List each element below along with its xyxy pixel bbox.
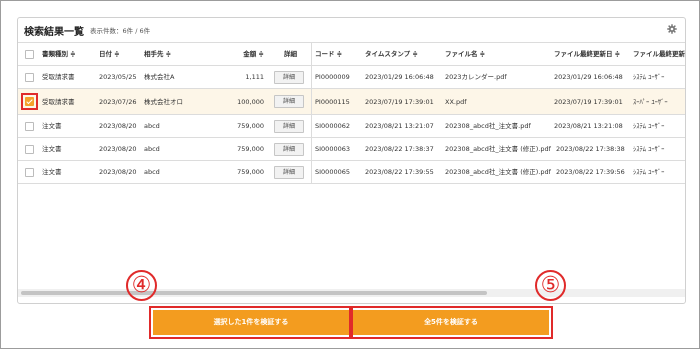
- column-header-partner[interactable]: 相手先 ≑: [144, 43, 194, 65]
- detail-button[interactable]: 詳細: [274, 95, 304, 108]
- column-divider: [311, 138, 312, 160]
- last-modified: 2023/07/19 17:39:01: [554, 98, 623, 106]
- last-modifier: ｼｽﾃﾑ ﾕｰｻﾞｰ: [633, 145, 665, 153]
- table-row[interactable]: 注文書 2023/08/20 abcd 759,000 詳細 SI0000062…: [18, 115, 685, 138]
- amount: 759,000: [237, 122, 264, 130]
- column-header-filename[interactable]: ファイル名 ≑: [445, 43, 515, 65]
- detail-button[interactable]: 詳細: [274, 71, 304, 84]
- last-modified: 2023/01/29 16:06:48: [554, 73, 623, 81]
- row-checkbox[interactable]: [25, 73, 34, 82]
- date: 2023/08/20: [99, 168, 137, 176]
- filename: XX.pdf: [445, 98, 467, 106]
- filename: 202308_abcd社_注文書 (修正).pdf: [445, 168, 551, 176]
- last-modifier: ｼｽﾃﾑ ﾕｰｻﾞｰ: [633, 73, 665, 81]
- search-results-panel: 検索結果一覧 表示件数：6件 / 6件 書類種別 ≑ 日付 ≑ 相手先 ≑ 金額: [17, 17, 686, 304]
- column-header-date[interactable]: 日付 ≑: [99, 43, 139, 65]
- timestamp: 2023/08/21 13:21:07: [365, 122, 434, 130]
- doc-type: 受取請求書: [42, 73, 75, 81]
- verify-all-button[interactable]: 全5件を検証する: [349, 306, 553, 339]
- column-header-amount[interactable]: 金額 ≑: [218, 43, 264, 65]
- step-marker-5: ⑤: [535, 270, 566, 301]
- column-divider: [311, 115, 312, 137]
- column-header-last-modified[interactable]: ファイル最終更新日 ≑: [554, 43, 632, 65]
- last-modifier: ｼｽﾃﾑ ﾕｰｻﾞｰ: [633, 168, 665, 176]
- amount: 759,000: [237, 168, 264, 176]
- timestamp: 2023/08/22 17:38:37: [365, 145, 434, 153]
- partner: 株式会社A: [144, 73, 175, 81]
- panel-header: 検索結果一覧 表示件数：6件 / 6件: [18, 18, 685, 42]
- doc-type: 注文書: [42, 122, 62, 130]
- code: SI0000063: [315, 145, 350, 153]
- doc-type: 注文書: [42, 145, 62, 153]
- last-modifier: ｼｽﾃﾑ ﾕｰｻﾞｰ: [633, 122, 665, 130]
- panel-title: 検索結果一覧: [24, 27, 84, 38]
- table-header-row: 書類種別 ≑ 日付 ≑ 相手先 ≑ 金額 ≑ 詳細 コード ≑ タイムスタンプ …: [18, 43, 685, 66]
- partner: abcd: [144, 168, 160, 176]
- step-marker-4: ④: [126, 270, 157, 301]
- filename: 202308_abcd社_注文書 (修正).pdf: [445, 145, 551, 153]
- results-table: 書類種別 ≑ 日付 ≑ 相手先 ≑ 金額 ≑ 詳細 コード ≑ タイムスタンプ …: [18, 42, 685, 184]
- verify-selected-button[interactable]: 選択した1件を検証する: [149, 306, 353, 339]
- column-divider: [311, 43, 312, 65]
- filename: 2023カレンダー.pdf: [445, 73, 507, 81]
- last-modified: 2023/08/22 17:38:38: [556, 145, 625, 153]
- detail-button[interactable]: 詳細: [274, 120, 304, 133]
- column-header-detail: 詳細: [284, 50, 297, 58]
- table-row[interactable]: 受取請求書 2023/07/26 株式会社オロ 100,000 詳細 PI000…: [18, 89, 685, 115]
- table-row[interactable]: 受取請求書 2023/05/25 株式会社A 1,111 詳細 PI000000…: [18, 66, 685, 89]
- column-divider: [311, 66, 312, 88]
- checkbox-highlight: [21, 93, 38, 110]
- column-divider: [311, 161, 312, 183]
- scrollbar-thumb[interactable]: [21, 291, 487, 295]
- row-checkbox[interactable]: [25, 168, 34, 177]
- date: 2023/08/20: [99, 145, 137, 153]
- row-checkbox[interactable]: [25, 122, 34, 131]
- result-count: 表示件数：6件 / 6件: [90, 27, 151, 35]
- code: SI0000065: [315, 168, 350, 176]
- column-divider: [311, 89, 312, 114]
- partner: 株式会社オロ: [144, 98, 183, 106]
- detail-button[interactable]: 詳細: [274, 143, 304, 156]
- timestamp: 2023/01/29 16:06:48: [365, 73, 434, 81]
- last-modified: 2023/08/22 17:39:56: [556, 168, 625, 176]
- code: PI0000009: [315, 73, 350, 81]
- column-header-code[interactable]: コード ≑: [315, 43, 365, 65]
- detail-button[interactable]: 詳細: [274, 166, 304, 179]
- amount: 759,000: [237, 145, 264, 153]
- partner: abcd: [144, 145, 160, 153]
- timestamp: 2023/07/19 17:39:01: [365, 98, 434, 106]
- table-row[interactable]: 注文書 2023/08/20 abcd 759,000 詳細 SI0000065…: [18, 161, 685, 184]
- doc-type: 受取請求書: [42, 98, 75, 106]
- last-modified: 2023/08/21 13:21:08: [554, 122, 623, 130]
- code: PI0000115: [315, 98, 350, 106]
- amount: 1,111: [245, 73, 264, 81]
- column-header-timestamp[interactable]: タイムスタンプ ≑: [365, 43, 435, 65]
- amount: 100,000: [237, 98, 264, 106]
- timestamp: 2023/08/22 17:39:55: [365, 168, 434, 176]
- horizontal-scrollbar[interactable]: [18, 289, 685, 297]
- last-modifier: ｽｰﾊﾟｰ ﾕｰｻﾞｰ: [633, 98, 668, 106]
- partner: abcd: [144, 122, 160, 130]
- gear-icon[interactable]: [667, 24, 677, 34]
- code: SI0000062: [315, 122, 350, 130]
- filename: 202308_abcd社_注文書.pdf: [445, 122, 531, 130]
- table-row[interactable]: 注文書 2023/08/20 abcd 759,000 詳細 SI0000063…: [18, 138, 685, 161]
- column-header-doc-type[interactable]: 書類種別 ≑: [42, 43, 94, 65]
- row-checkbox[interactable]: [25, 145, 34, 154]
- column-header-last-modifier[interactable]: ファイル最終更新: [633, 43, 685, 65]
- select-all-checkbox[interactable]: [25, 50, 34, 59]
- date: 2023/08/20: [99, 122, 137, 130]
- date: 2023/05/25: [99, 73, 137, 81]
- doc-type: 注文書: [42, 168, 62, 176]
- date: 2023/07/26: [99, 98, 137, 106]
